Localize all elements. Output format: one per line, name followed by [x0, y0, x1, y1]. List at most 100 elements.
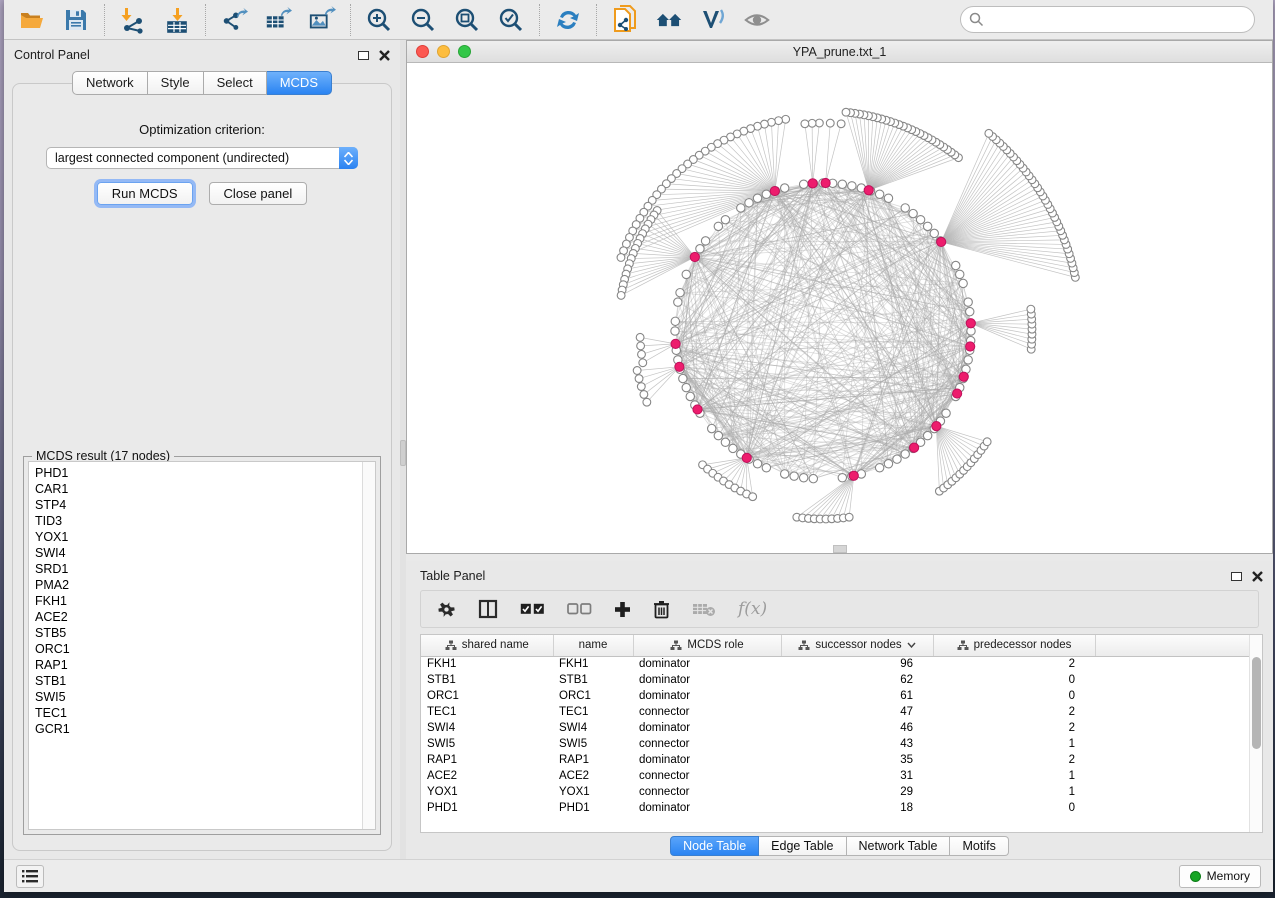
- table-row[interactable]: STB1STB1dominator620: [421, 672, 1249, 688]
- table-row[interactable]: ORC1ORC1dominator610: [421, 688, 1249, 704]
- import-network-icon[interactable]: [119, 6, 147, 34]
- zoom-in-icon[interactable]: [365, 6, 393, 34]
- table-settings-icon[interactable]: [437, 597, 456, 621]
- run-mcds-button[interactable]: Run MCDS: [97, 182, 193, 205]
- table-cell[interactable]: 18: [781, 800, 933, 816]
- table-cell[interactable]: connector: [633, 736, 781, 752]
- export-table-icon[interactable]: [264, 6, 292, 34]
- zoom-out-icon[interactable]: [409, 6, 437, 34]
- table-cell[interactable]: 61: [781, 688, 933, 704]
- tab-network-table[interactable]: Network Table: [847, 836, 951, 856]
- table-cell[interactable]: SWI5: [553, 736, 633, 752]
- table-cell[interactable]: 29: [781, 784, 933, 800]
- add-column-icon[interactable]: [614, 597, 631, 621]
- table-cell[interactable]: dominator: [633, 752, 781, 768]
- network-canvas[interactable]: [407, 63, 1272, 553]
- table-cell[interactable]: 0: [933, 688, 1095, 704]
- export-network-icon[interactable]: [220, 6, 248, 34]
- table-cell[interactable]: 2: [933, 752, 1095, 768]
- search-input[interactable]: [960, 6, 1255, 33]
- table-cell[interactable]: RAP1: [421, 752, 553, 768]
- table-row[interactable]: FKH1FKH1dominator962: [421, 656, 1249, 672]
- table-cell[interactable]: SWI5: [421, 736, 553, 752]
- mcds-result-item[interactable]: STP4: [35, 497, 362, 513]
- mcds-result-item[interactable]: TEC1: [35, 705, 362, 721]
- show-hide-icon[interactable]: [743, 6, 771, 34]
- column-header-shared-name[interactable]: shared name: [421, 635, 553, 656]
- table-cell[interactable]: STB1: [553, 672, 633, 688]
- apply-layout-icon[interactable]: [554, 6, 582, 34]
- table-cell[interactable]: ORC1: [553, 688, 633, 704]
- table-cell[interactable]: connector: [633, 768, 781, 784]
- unselect-all-columns-icon[interactable]: [567, 597, 592, 621]
- column-header-predecessor-nodes[interactable]: predecessor nodes: [933, 635, 1095, 656]
- table-cell[interactable]: 2: [933, 720, 1095, 736]
- table-cell[interactable]: 96: [781, 656, 933, 672]
- table-cell[interactable]: SWI4: [553, 720, 633, 736]
- mcds-result-item[interactable]: CAR1: [35, 481, 362, 497]
- float-panel-icon[interactable]: [358, 51, 369, 60]
- table-row[interactable]: ACE2ACE2connector311: [421, 768, 1249, 784]
- table-row[interactable]: YOX1YOX1connector291: [421, 784, 1249, 800]
- table-cell[interactable]: 35: [781, 752, 933, 768]
- table-cell[interactable]: SWI4: [421, 720, 553, 736]
- column-header-MCDS-role[interactable]: MCDS role: [633, 635, 781, 656]
- delete-column-icon[interactable]: [653, 597, 670, 621]
- table-cell[interactable]: 1: [933, 736, 1095, 752]
- table-cell[interactable]: 1: [933, 784, 1095, 800]
- mcds-result-item[interactable]: FKH1: [35, 593, 362, 609]
- tab-style[interactable]: Style: [148, 71, 204, 95]
- task-history-button[interactable]: [16, 865, 44, 888]
- table-cell[interactable]: 2: [933, 656, 1095, 672]
- table-cell[interactable]: FKH1: [421, 656, 553, 672]
- table-cell[interactable]: dominator: [633, 720, 781, 736]
- mcds-result-item[interactable]: TID3: [35, 513, 362, 529]
- mcds-result-item[interactable]: SWI4: [35, 545, 362, 561]
- mcds-result-item[interactable]: RAP1: [35, 657, 362, 673]
- zoom-fit-icon[interactable]: [453, 6, 481, 34]
- table-cell[interactable]: PHD1: [421, 800, 553, 816]
- table-cell[interactable]: 0: [933, 800, 1095, 816]
- mcds-result-item[interactable]: PHD1: [35, 465, 362, 481]
- close-panel-button[interactable]: Close panel: [209, 182, 308, 205]
- table-scrollbar[interactable]: [1249, 635, 1262, 832]
- mcds-result-item[interactable]: SRD1: [35, 561, 362, 577]
- canvas-splitter-handle[interactable]: [833, 545, 847, 553]
- close-table-panel-icon[interactable]: [1252, 571, 1263, 582]
- table-cell[interactable]: FKH1: [553, 656, 633, 672]
- table-cell[interactable]: STB1: [421, 672, 553, 688]
- zoom-selected-icon[interactable]: [497, 6, 525, 34]
- table-cell[interactable]: YOX1: [553, 784, 633, 800]
- horizontal-splitter[interactable]: [406, 554, 1273, 561]
- table-cell[interactable]: TEC1: [553, 704, 633, 720]
- export-image-icon[interactable]: [308, 6, 336, 34]
- select-all-columns-icon[interactable]: [520, 597, 545, 621]
- tab-select[interactable]: Select: [204, 71, 267, 95]
- mcds-result-item[interactable]: ORC1: [35, 641, 362, 657]
- table-cell[interactable]: PHD1: [553, 800, 633, 816]
- table-cell[interactable]: dominator: [633, 800, 781, 816]
- table-row[interactable]: RAP1RAP1dominator352: [421, 752, 1249, 768]
- criterion-dropdown[interactable]: largest connected component (undirected): [46, 147, 358, 169]
- table-cell[interactable]: TEC1: [421, 704, 553, 720]
- memory-button[interactable]: Memory: [1179, 865, 1261, 888]
- table-cell[interactable]: connector: [633, 704, 781, 720]
- float-table-panel-icon[interactable]: [1231, 572, 1242, 581]
- table-cell[interactable]: 1: [933, 768, 1095, 784]
- table-cell[interactable]: 43: [781, 736, 933, 752]
- table-row[interactable]: PHD1PHD1dominator180: [421, 800, 1249, 816]
- show-column-icon[interactable]: [478, 597, 498, 621]
- open-file-icon[interactable]: [18, 6, 46, 34]
- column-header-name[interactable]: name: [553, 635, 633, 656]
- table-row[interactable]: TEC1TEC1connector472: [421, 704, 1249, 720]
- table-cell[interactable]: dominator: [633, 688, 781, 704]
- mcds-result-item[interactable]: YOX1: [35, 529, 362, 545]
- table-cell[interactable]: dominator: [633, 656, 781, 672]
- mcds-result-item[interactable]: ACE2: [35, 609, 362, 625]
- table-cell[interactable]: RAP1: [553, 752, 633, 768]
- mcds-result-item[interactable]: GCR1: [35, 721, 362, 737]
- table-row[interactable]: SWI5SWI5connector431: [421, 736, 1249, 752]
- tab-network[interactable]: Network: [72, 71, 148, 95]
- table-cell[interactable]: 62: [781, 672, 933, 688]
- mcds-result-item[interactable]: SWI5: [35, 689, 362, 705]
